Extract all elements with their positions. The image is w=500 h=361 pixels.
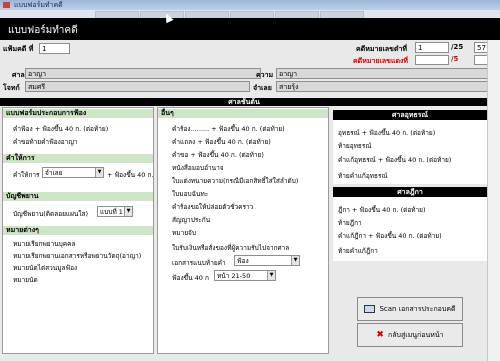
supreme-item-petition[interactable]: ฎีกา + ฟ้องขึ้น 40 ก. (ต่อท้าย)	[338, 205, 426, 215]
supreme-item-counter[interactable]: คำแก้ฎีกา + ฟ้องขึ้น 40 ก. (ต่อท้าย)	[338, 231, 442, 241]
window-title: แบบฟอร์มทำคดี	[14, 1, 63, 9]
black-no-year-field[interactable]: 57	[474, 42, 488, 53]
misc-item-appointment[interactable]: หมายนัด	[13, 275, 38, 285]
other-item-bail-contract[interactable]: สัญญาประกัน	[172, 215, 210, 225]
appeal-item-appeal[interactable]: อุทธรณ์ + ฟ้องขึ้น 40 ก. (ต่อท้าย)	[338, 128, 435, 138]
red-no-field[interactable]	[415, 55, 449, 65]
doc-type-select[interactable]: ฟ้อง ▼	[234, 255, 300, 266]
supreme-item-petition-end[interactable]: ท้ายฎีกา	[338, 218, 362, 228]
black-no-field[interactable]: 1	[415, 42, 449, 53]
red-no-label: คดีหมายเลขแดงที่	[353, 57, 409, 65]
case-type-label: ความ	[256, 71, 274, 79]
court-field[interactable]: อาญา	[25, 68, 261, 79]
background-tabs	[0, 10, 500, 19]
defendant-field[interactable]: สายรุ้ง	[276, 81, 488, 92]
red-no-year-field[interactable]	[474, 55, 488, 65]
plaintiff-label: โจทก์	[3, 84, 20, 92]
other-item-arrest-warrant[interactable]: หมายจับ	[172, 228, 196, 238]
testimony-suffix: + ฟ้องขึ้น 40 ก.	[107, 171, 154, 179]
form-page-select-value: หน้า 21-50	[217, 272, 251, 280]
witness-select[interactable]: แบบที่ 1 ▼	[97, 206, 133, 217]
black-no-label: คดีหมายเลขดำที่	[356, 45, 408, 53]
chevron-down-icon: ▼	[95, 168, 103, 177]
misc-item-hearing-notice[interactable]: หมายนัดไต่สวนมูลฟ้อง	[13, 263, 77, 273]
app-icon	[3, 2, 10, 8]
doc-type-label: เอกสารแนบท้ายคำ	[172, 259, 226, 267]
other-item-request[interactable]: คำขอ + ฟ้องขึ้น 40 ก. (ต่อท้าย)	[172, 150, 264, 160]
other-header: อื่นๆ	[158, 109, 328, 118]
testimony-select-value: จำเลย	[45, 169, 63, 177]
scanner-icon	[364, 305, 376, 313]
back-button[interactable]: ✖ กลับสู่เมนูก่อนหน้า	[357, 323, 463, 347]
testimony-select[interactable]: จำเลย ▼	[42, 167, 104, 178]
other-item-proxy[interactable]: ใบมอบฉันทะ	[172, 189, 208, 199]
case-no-label: แฟ้มคดี ที่	[3, 45, 34, 53]
case-no-field[interactable]: 1	[39, 43, 70, 54]
docs-item-request[interactable]: คำขอท้ายคำฟ้องอาญา	[13, 137, 78, 147]
form-page-label: ฟ้องขึ้น 40 ก	[172, 274, 209, 282]
supreme-item-counter-end[interactable]: ท้ายคำแก้ฎีกา	[338, 246, 378, 256]
red-no-separator: /5	[451, 55, 459, 63]
appeal-item-counter[interactable]: คำแก้อุทธรณ์ + ฟ้องขึ้น 40 ก. (ต่อท้าย)	[338, 155, 451, 165]
misc-item-document-summons[interactable]: หมายเรียกพยานเอกสารหรือพยานวัตถุ(อาญา)	[13, 251, 141, 261]
misc-item-witness-summons[interactable]: หมายเรียกพยานบุคคล	[13, 239, 75, 249]
form-title: แบบฟอร์มทำคดี	[8, 25, 78, 36]
appeal-item-counter-end[interactable]: ท้ายคำแก้อุทธรณ์	[338, 171, 388, 181]
testimony-label: คำให้การ	[13, 171, 40, 179]
close-icon: ✖	[376, 330, 384, 340]
chevron-down-icon: ▼	[124, 207, 132, 216]
other-item-statement[interactable]: คำแถลง + ฟ้องขึ้น 40 ก. (ต่อท้าย)	[172, 137, 271, 147]
witness-select-value: แบบที่ 1	[100, 208, 123, 216]
witness-header: บัญชีพยาน	[3, 192, 153, 201]
window-titlebar: แบบฟอร์มทำคดี	[0, 0, 500, 10]
appeal-bar: ศาลอุทธรณ์	[333, 110, 487, 120]
doc-type-select-value: ฟ้อง	[237, 257, 249, 265]
supreme-bar: ศาลฎีกา	[333, 187, 487, 197]
misc-header: หมายต่างๆ	[3, 226, 153, 235]
chevron-down-icon: ▼	[291, 256, 299, 265]
docs-item-complaint[interactable]: คำฟ้อง + ฟ้องขึ้น 40 ก. (ต่อท้าย)	[13, 124, 108, 134]
scan-button-label: Scan เอกสารประกอบคดี	[379, 304, 456, 313]
back-button-label: กลับสู่เมนูก่อนหน้า	[387, 330, 444, 339]
other-item-receipt[interactable]: ใบรับเงินหรือสั่งของที่ผู้ความรับไปจากศา…	[172, 243, 289, 253]
other-item-power-of-attorney[interactable]: หนังสือมอบอำนาจ	[172, 163, 224, 173]
vertical-scrollbar[interactable]	[487, 40, 500, 361]
case-type-field[interactable]: อาญา	[276, 68, 488, 79]
other-item-bail-request[interactable]: คำร้องขอให้ปล่อยตัวชั่วคราว	[172, 202, 253, 212]
form-header: แบบฟอร์มทำคดี	[0, 18, 500, 40]
other-item-petition[interactable]: คำร้อง......... + ฟ้องขึ้น 40 ก. (ต่อท้า…	[172, 124, 285, 134]
defendant-label: จำเลย	[253, 84, 272, 92]
black-no-separator: /25	[451, 43, 464, 51]
witness-label: บัญชีพยาน(ติดลอยแผ่นใส)	[13, 210, 89, 218]
appeal-item-appeal-end[interactable]: ท้ายอุทธรณ์	[338, 141, 371, 151]
docs-header: แบบฟอร์มประกอบการฟ้อง	[3, 109, 153, 118]
testimony-header: คำให้การ	[3, 154, 153, 163]
first-instance-bar: ศาลชั้นต้น	[0, 98, 488, 106]
court-label: ศาล	[12, 71, 25, 79]
scan-button[interactable]: Scan เอกสารประกอบคดี	[357, 297, 463, 321]
plaintiff-field[interactable]: สมศรี	[25, 81, 250, 92]
other-item-lawyer-appointment[interactable]: ใบแต่งทนายความ(กรณีมีเอกสิทธิ์ใส่ใส่ลำดั…	[172, 176, 298, 186]
form-page-select[interactable]: หน้า 21-50 ▼	[214, 270, 276, 281]
chevron-down-icon: ▼	[267, 271, 275, 280]
